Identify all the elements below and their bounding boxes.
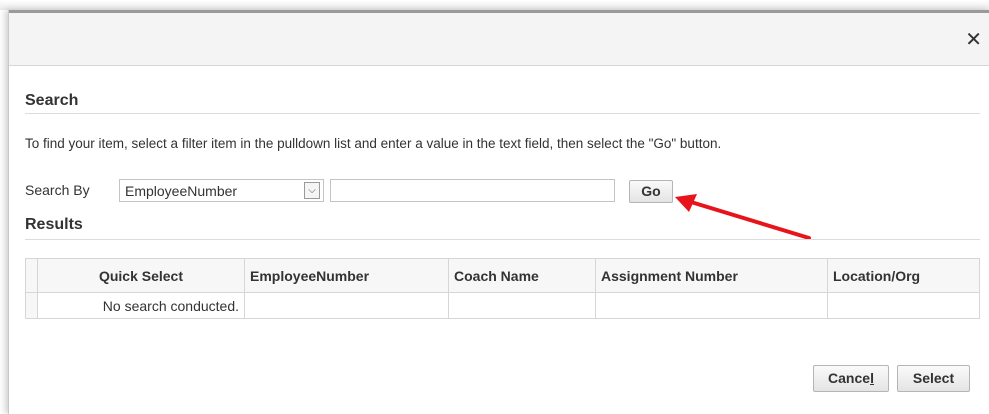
search-value-input[interactable] <box>330 179 615 202</box>
search-dialog: ✕ Search To find your item, select a fil… <box>8 10 989 414</box>
table-cell <box>448 292 596 319</box>
search-instructions: To find your item, select a filter item … <box>25 136 722 151</box>
search-heading: Search <box>25 92 79 109</box>
table-cell <box>827 292 980 319</box>
table-cell <box>595 292 828 319</box>
table-header-row: Quick Select EmployeeNumber Coach Name A… <box>25 258 980 293</box>
column-header-assignment-number: Assignment Number <box>595 258 828 293</box>
go-button[interactable]: Go <box>629 180 673 203</box>
filter-select[interactable]: EmployeeNumber ⌵ <box>119 179 324 202</box>
row-header-cell <box>25 258 38 293</box>
column-header-employee-number: EmployeeNumber <box>244 258 449 293</box>
chevron-down-icon[interactable]: ⌵ <box>304 182 320 199</box>
column-header-coach-name: Coach Name <box>448 258 596 293</box>
table-cell <box>244 292 449 319</box>
cancel-button[interactable]: Cancel <box>813 365 889 392</box>
close-icon[interactable]: ✕ <box>965 30 982 50</box>
filter-select-value: EmployeeNumber <box>125 183 238 199</box>
annotation-arrow-icon <box>675 194 811 240</box>
cancel-mnemonic: l <box>870 370 874 386</box>
column-header-quick-select: Quick Select <box>37 258 245 293</box>
cancel-label: Cance <box>828 370 871 386</box>
table-row: No search conducted. <box>25 292 980 319</box>
search-by-label: Search By <box>25 182 90 198</box>
column-header-location-org: Location/Org <box>827 258 980 293</box>
row-header-cell <box>25 292 38 319</box>
select-button[interactable]: Select <box>897 365 970 392</box>
empty-results-message: No search conducted. <box>37 292 245 319</box>
window-top-shade <box>0 0 989 10</box>
results-heading: Results <box>25 216 83 233</box>
results-table: Quick Select EmployeeNumber Coach Name A… <box>25 258 980 319</box>
results-divider <box>25 239 980 240</box>
dialog-titlebar: ✕ <box>9 10 989 66</box>
search-divider <box>25 113 980 114</box>
